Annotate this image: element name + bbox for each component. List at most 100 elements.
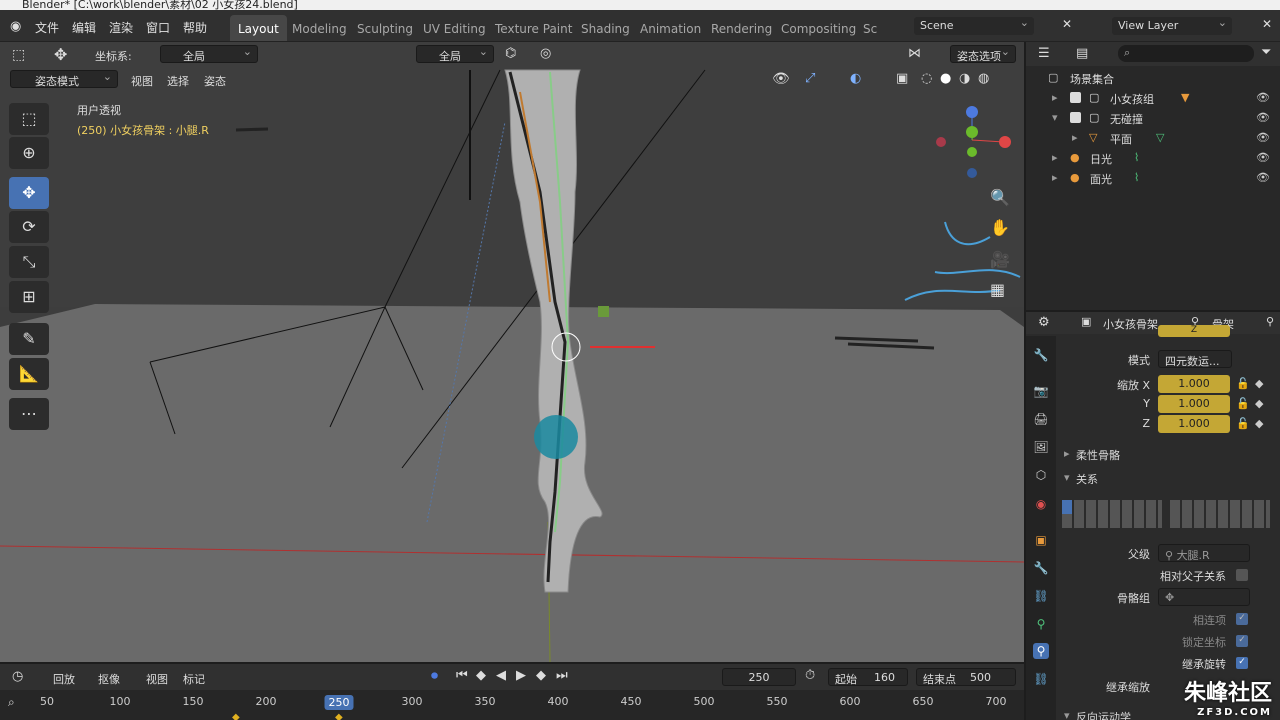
blender-logo-icon[interactable]: ◉ xyxy=(10,19,21,34)
keyframe-z-icon[interactable]: ◆ xyxy=(1255,417,1263,430)
tab-sculpting[interactable]: Sculpting xyxy=(349,15,421,41)
outliner-item-girl-group[interactable]: ▸ ▢ 小女孩组 ▼ 👁 xyxy=(1026,88,1280,108)
camera-view-icon[interactable]: 🎥 xyxy=(990,250,1010,269)
tool-tab-icon[interactable]: 🔧 xyxy=(1033,347,1049,363)
armature-tab-icon[interactable]: ⚲ xyxy=(1033,616,1049,632)
menu-keying[interactable]: 抠像 xyxy=(98,671,120,687)
menu-window[interactable]: 窗口 xyxy=(146,19,170,36)
outliner-item-area-light[interactable]: ▸ ● 面光 ⌇ 👁 xyxy=(1026,168,1280,188)
expand-icon[interactable]: ▸ xyxy=(1072,131,1078,144)
gizmo-z-icon[interactable] xyxy=(966,106,978,118)
start-frame-field[interactable]: 起始 160 xyxy=(828,668,908,686)
tab-animation[interactable]: Animation xyxy=(632,15,709,41)
scale-z-field[interactable]: 1.000 xyxy=(1158,415,1230,433)
proportional-edit-icon[interactable]: ◎ xyxy=(540,46,551,61)
modifiers-tab-icon[interactable]: 🔧 xyxy=(1033,560,1049,576)
material-shading-icon[interactable]: ◑ xyxy=(959,71,970,86)
view-layer-selector[interactable]: View Layer xyxy=(1112,16,1232,35)
tab-modeling[interactable]: Modeling xyxy=(284,15,355,41)
bone-group-field[interactable]: ✥ xyxy=(1158,588,1250,606)
overlays-icon[interactable]: ◐ xyxy=(850,71,861,86)
tab-layout[interactable]: Layout xyxy=(230,15,287,41)
outliner-root[interactable]: ▢ 场景集合 xyxy=(1026,68,1280,88)
preview-range-icon[interactable]: ⏱ xyxy=(805,668,815,683)
play-reverse-icon[interactable]: ◀ xyxy=(496,668,506,683)
auto-keying-icon[interactable]: ⏺ xyxy=(431,668,438,684)
menu-playback[interactable]: 回放 xyxy=(53,671,75,687)
pan-hand-icon[interactable]: ✋ xyxy=(990,218,1010,237)
transform-move-icon[interactable]: ✥ xyxy=(54,45,67,64)
location-z-field[interactable]: Z xyxy=(1158,325,1230,337)
tab-scripting[interactable]: Sc xyxy=(855,15,885,41)
menu-file[interactable]: 文件 xyxy=(35,19,59,36)
wireframe-shading-icon[interactable]: ◌ xyxy=(921,71,932,86)
close-view-layer-icon[interactable]: ✕ xyxy=(1262,17,1272,31)
mirror-icon[interactable]: ⋈ xyxy=(908,46,921,61)
timeline-editor-icon[interactable]: ◷ xyxy=(12,669,23,684)
visibility-eye-icon[interactable]: 👁 xyxy=(1256,131,1270,144)
scale-y-field[interactable]: 1.000 xyxy=(1158,395,1230,413)
inherit-rotation-checkbox[interactable]: ✓ xyxy=(1236,657,1248,669)
menu-timeline-view[interactable]: 视图 xyxy=(146,671,168,687)
gizmo-nz-icon[interactable] xyxy=(967,168,977,178)
ortho-toggle-icon[interactable]: ▦ xyxy=(990,280,1005,299)
xray-icon[interactable]: ▣ xyxy=(896,71,908,86)
current-frame-field[interactable]: 250 xyxy=(722,668,796,686)
output-tab-icon[interactable]: 🖨 xyxy=(1033,411,1049,427)
transform-tool-icon[interactable]: ⊞ xyxy=(9,281,49,313)
measure-tool-icon[interactable]: 📐 xyxy=(9,358,49,390)
tab-texture-paint[interactable]: Texture Paint xyxy=(487,15,580,41)
pose-options-dropdown[interactable]: 姿态选项 xyxy=(950,45,1016,63)
visibility-eye-icon[interactable]: 👁 xyxy=(1256,171,1270,184)
scale-x-field[interactable]: 1.000 xyxy=(1158,375,1230,393)
menu-select[interactable]: 选择 xyxy=(167,73,189,89)
lock-scale-x-icon[interactable]: 🔓 xyxy=(1236,377,1250,390)
active-layer-cell[interactable] xyxy=(1062,500,1072,514)
gizmo-nx-icon[interactable] xyxy=(936,137,946,147)
outliner-item-no-collision[interactable]: ▾ ▢ 无碰撞 👁 xyxy=(1026,108,1280,128)
expand-icon[interactable]: ▸ xyxy=(1052,171,1058,184)
bone-roll-tool-icon[interactable]: ⋯ xyxy=(9,398,49,430)
outliner-search-input[interactable]: ⌕ xyxy=(1118,45,1254,62)
zoom-icon[interactable]: 🔍 xyxy=(990,188,1010,207)
move-tool-icon[interactable]: ✥ xyxy=(9,177,49,209)
filter-icon[interactable]: ⏷ xyxy=(1261,45,1271,60)
annotate-tool-icon[interactable]: ✎ xyxy=(9,323,49,355)
gizmo-toggle-icon[interactable]: ⤢ xyxy=(805,71,815,86)
layers-grid-left[interactable] xyxy=(1062,500,1162,528)
outliner-item-plane[interactable]: ▸ ▽ 平面 ▽ 👁 xyxy=(1026,128,1280,148)
object-tab-icon[interactable]: ▣ xyxy=(1033,532,1049,548)
timeline-ruler[interactable]: ⌕ 50 100 150 200 250 300 350 400 450 500… xyxy=(0,690,1024,720)
expand-icon[interactable]: ▸ xyxy=(1052,151,1058,164)
tab-rendering[interactable]: Rendering xyxy=(703,15,780,41)
end-frame-field[interactable]: 结束点 500 xyxy=(916,668,1016,686)
view-layer-tab-icon[interactable]: 🖼 xyxy=(1033,439,1049,455)
collapse-icon[interactable]: ▾ xyxy=(1052,111,1058,124)
search-icon[interactable]: ⌕ xyxy=(8,695,15,710)
menu-help[interactable]: 帮助 xyxy=(183,19,207,36)
gizmo-plane-handle[interactable] xyxy=(598,306,609,317)
jump-end-icon[interactable]: ⏭ xyxy=(556,668,568,683)
menu-edit[interactable]: 编辑 xyxy=(72,19,96,36)
collapse-icon[interactable]: ▾ xyxy=(1064,471,1070,484)
tab-uv-editing[interactable]: UV Editing xyxy=(415,15,494,41)
render-tab-icon[interactable]: 📷 xyxy=(1033,383,1049,399)
layers-grid-right[interactable] xyxy=(1170,500,1270,528)
select-box-tool-icon[interactable]: ⬚ xyxy=(9,103,49,135)
tab-shading[interactable]: Shading xyxy=(573,15,638,41)
outliner-editor-icon[interactable]: ☰ xyxy=(1038,46,1050,61)
rotation-mode-dropdown[interactable]: 四元数运... xyxy=(1158,350,1232,368)
visibility-eye-icon[interactable]: 👁 xyxy=(1256,91,1270,104)
gizmo-ny-icon[interactable] xyxy=(967,147,977,157)
collapse-icon[interactable]: ▾ xyxy=(1064,709,1070,720)
outliner-item-sun[interactable]: ▸ ● 日光 ⌇ 👁 xyxy=(1026,148,1280,168)
keyframe-marker-icon[interactable]: ◆ xyxy=(232,712,240,720)
playhead-frame[interactable]: 250 xyxy=(324,695,354,710)
scene-selector[interactable]: Scene xyxy=(914,16,1034,35)
display-mode-icon[interactable]: ▤ xyxy=(1076,46,1088,61)
close-scene-icon[interactable]: ✕ xyxy=(1062,17,1072,31)
lock-location-checkbox[interactable]: ✓ xyxy=(1236,635,1248,647)
panel-ik-header[interactable]: 反向运动学 xyxy=(1076,709,1131,720)
gizmo-y-icon[interactable] xyxy=(966,126,978,138)
visibility-eye-icon[interactable]: 👁 xyxy=(1256,111,1270,124)
